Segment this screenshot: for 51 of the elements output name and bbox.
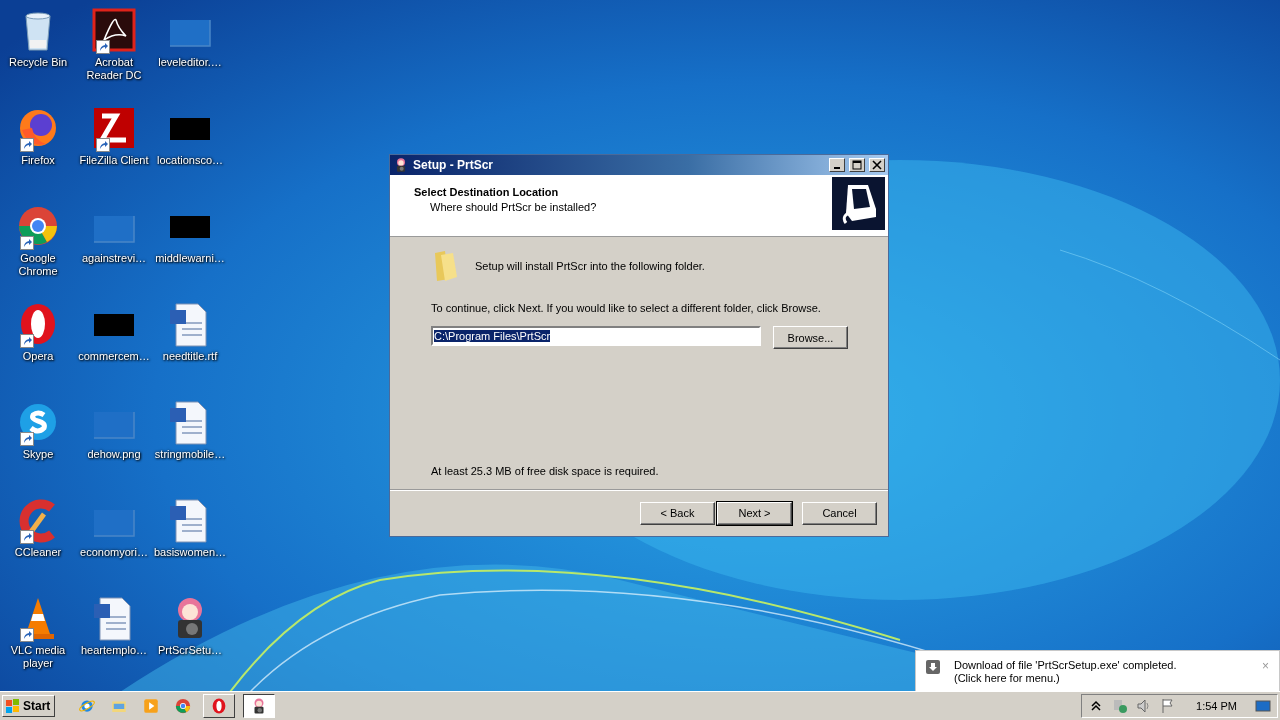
swirl-app-icon <box>90 6 138 54</box>
desktop-icon-label[interactable]: Skype <box>0 448 76 461</box>
clock[interactable]: 1:54 PM <box>1196 700 1237 712</box>
desktop-icon-label[interactable]: heartemplo… <box>76 644 152 657</box>
minimize-button[interactable] <box>829 158 845 172</box>
play-icon <box>142 697 161 715</box>
path-field[interactable]: C:\Program Files\PrtScr <box>431 326 761 346</box>
window-title: Setup - PrtScr <box>413 158 494 172</box>
notification-text: Download of file 'PrtScrSetup.exe' completed. (Click here for menu.) <box>954 659 1178 685</box>
desktop-icon-label[interactable]: CCleaner <box>0 546 76 559</box>
desktop-icon-label[interactable]: Acrobat Reader DC <box>76 56 152 82</box>
desktop-icon-label[interactable]: Google Chrome <box>0 252 76 278</box>
desktop-icon-label[interactable]: needtitle.rtf <box>152 350 228 363</box>
desktop-icon-label[interactable]: leveleditor.… <box>152 56 228 69</box>
desktop-icon-label[interactable]: locationsco… <box>152 154 228 167</box>
page-heading: Select Destination Location <box>414 186 560 198</box>
taskbar-button[interactable] <box>243 694 276 718</box>
dialog-button[interactable]: < Back <box>640 501 715 525</box>
desktop-icon-label[interactable]: Recycle Bin <box>0 56 76 69</box>
instruction-text: To continue, click Next. If you would like to select a different folder, click Browse. <box>431 302 822 314</box>
maximize-button[interactable] <box>849 158 865 172</box>
desktop-icon-label[interactable]: dehow.png <box>76 448 152 461</box>
disk-space-note: At least 25.3 MB of free disk space is required. <box>431 465 660 477</box>
windows-logo-icon <box>5 698 21 714</box>
notification[interactable]: Download of file 'PrtScrSetup.exe' completed. (Click here for menu.) × <box>915 650 1280 691</box>
desktop-icon-label[interactable]: FileZilla Client <box>76 154 152 167</box>
dialog-button[interactable]: Next > <box>717 501 792 525</box>
desktop-icon-label[interactable]: PrtScrSetu… <box>152 644 228 657</box>
network-icon[interactable] <box>1112 698 1129 714</box>
browser-icon <box>174 697 193 715</box>
desktop-icon-label[interactable]: VLC media player <box>0 644 76 670</box>
browser-icon <box>78 697 97 715</box>
start-button[interactable]: Start <box>2 695 56 717</box>
browse-button[interactable]: Browse... <box>773 326 848 349</box>
show-desktop-icon[interactable] <box>1255 698 1271 714</box>
maximize-icon <box>852 160 862 170</box>
desktop-icon-label[interactable]: Opera <box>0 350 76 363</box>
dialog-button[interactable]: Cancel <box>802 501 877 525</box>
desktop-icon-label[interactable]: stringmobile… <box>152 448 228 461</box>
minimize-icon <box>834 167 840 169</box>
desktop-icon-label[interactable]: basiswomen… <box>152 546 228 559</box>
close-icon <box>872 160 882 170</box>
desktop-icon-label[interactable]: commercem… <box>76 350 152 363</box>
desktop-icon-label[interactable]: economyori… <box>76 546 152 559</box>
close-button[interactable] <box>869 158 885 172</box>
page-subheading: Where should PrtScr be installed? <box>430 201 598 213</box>
intro-text: Setup will install PrtScr into the following folder. <box>475 260 705 272</box>
desktop-icon-label[interactable]: Firefox <box>0 154 76 167</box>
desktop-icon-label[interactable]: middlewarni… <box>152 252 228 265</box>
desktop-icon-label[interactable]: againstrevi… <box>76 252 152 265</box>
download-icon <box>926 660 940 674</box>
